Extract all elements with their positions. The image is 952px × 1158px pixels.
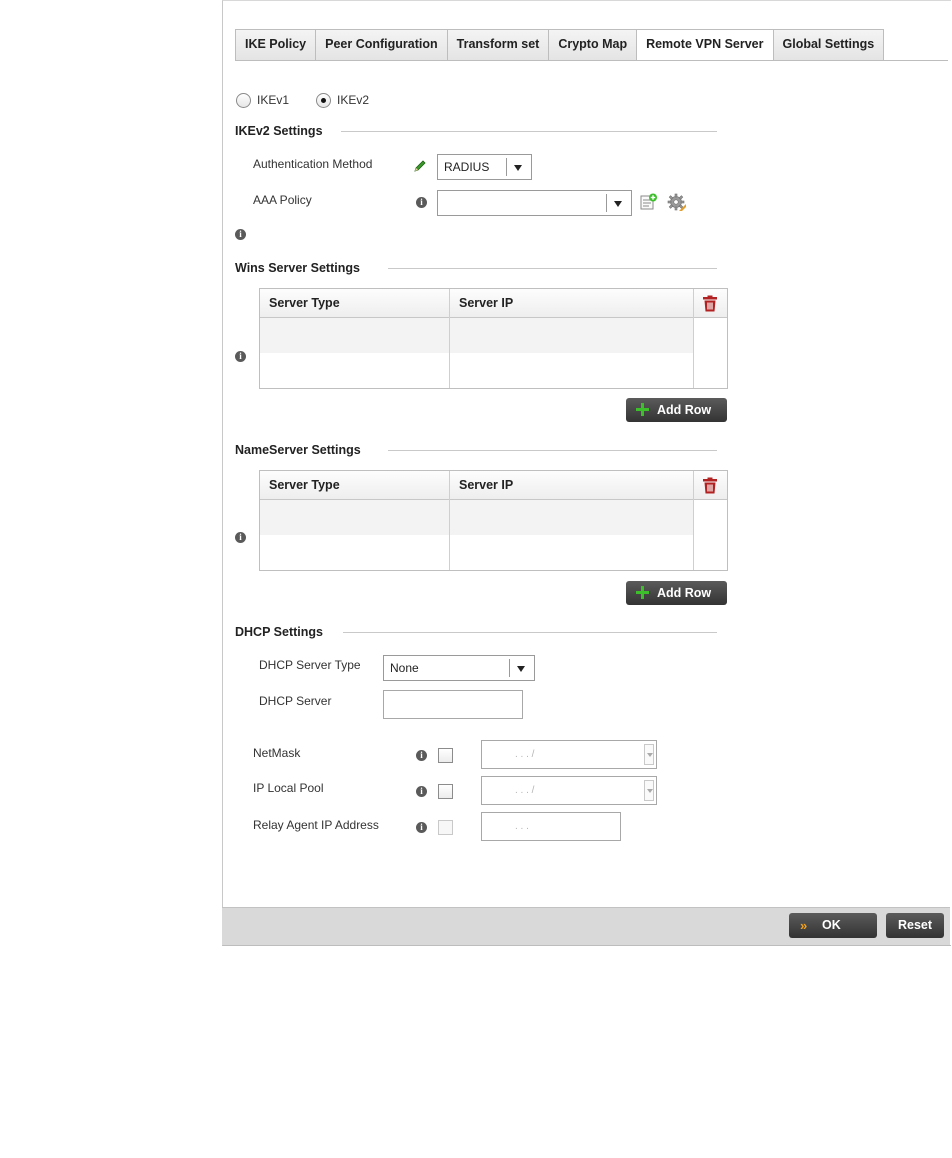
relay-agent-label: Relay Agent IP Address — [253, 818, 379, 832]
ip-placeholder: . . . — [515, 821, 529, 832]
ip-placeholder: . . . / — [515, 785, 535, 796]
column-divider — [449, 471, 450, 570]
tab-transform-set[interactable]: Transform set — [447, 29, 550, 61]
ikev2-radio[interactable] — [316, 93, 331, 108]
create-new-icon[interactable] — [640, 193, 658, 211]
wins-add-row-button[interactable]: Add Row — [626, 398, 727, 422]
relay-agent-checkbox[interactable] — [438, 820, 453, 835]
ip-local-pool-checkbox[interactable] — [438, 784, 453, 799]
relay-agent-ip-input[interactable]: . . . — [481, 812, 621, 841]
info-icon: i — [416, 750, 427, 761]
dropdown-button[interactable] — [509, 659, 534, 677]
spinner-button[interactable] — [644, 780, 654, 801]
ikev1-radio[interactable] — [236, 93, 251, 108]
ok-button[interactable]: » OK — [789, 913, 877, 938]
tab-divider — [235, 60, 948, 61]
dhcp-settings-title: DHCP Settings — [235, 625, 323, 639]
tab-bar: IKE Policy Peer Configuration Transform … — [235, 29, 885, 61]
column-header-server-ip[interactable]: Server IP — [450, 289, 693, 318]
netmask-checkbox[interactable] — [438, 748, 453, 763]
tab-ike-policy[interactable]: IKE Policy — [235, 29, 317, 61]
info-icon: i — [416, 197, 427, 208]
column-header-server-type[interactable]: Server Type — [260, 471, 450, 500]
dropdown-button[interactable] — [606, 194, 631, 212]
wins-settings-title: Wins Server Settings — [235, 261, 360, 275]
aaa-policy-label: AAA Policy — [253, 193, 312, 207]
chevron-down-icon — [517, 666, 525, 672]
table-row[interactable] — [260, 318, 693, 353]
ikev1-label: IKEv1 — [257, 93, 290, 107]
column-header-server-ip[interactable]: Server IP — [450, 471, 693, 500]
tab-remote-vpn-server[interactable]: Remote VPN Server — [637, 29, 774, 61]
double-chevron-icon: » — [800, 918, 808, 933]
trash-icon[interactable] — [702, 295, 718, 312]
column-divider — [693, 289, 694, 388]
dhcp-server-input[interactable] — [383, 690, 523, 719]
nameserver-settings-title: NameServer Settings — [235, 443, 361, 457]
section-divider — [343, 632, 717, 633]
wins-server-table: Server Type Server IP — [259, 288, 728, 389]
chevron-down-icon — [514, 165, 522, 171]
dhcp-server-type-select[interactable]: None — [383, 655, 535, 681]
dropdown-button[interactable] — [506, 158, 531, 176]
configure-gear-icon[interactable] — [667, 193, 687, 213]
nameserver-add-row-button[interactable]: Add Row — [626, 581, 727, 605]
section-divider — [388, 268, 717, 269]
aaa-policy-select[interactable] — [437, 190, 632, 216]
ip-placeholder: . . . / — [515, 749, 535, 760]
ip-local-pool-input[interactable]: . . . / — [481, 776, 657, 805]
column-header-server-type[interactable]: Server Type — [260, 289, 450, 318]
ip-local-pool-label: IP Local Pool — [253, 781, 324, 795]
plus-icon — [636, 586, 649, 599]
chevron-down-icon — [614, 201, 622, 207]
table-row[interactable] — [260, 500, 693, 535]
dhcp-server-label: DHCP Server — [259, 694, 332, 708]
ikev2-settings-title: IKEv2 Settings — [235, 124, 323, 138]
auth-method-select[interactable]: RADIUS — [437, 154, 532, 180]
info-icon: i — [235, 532, 246, 543]
info-icon: i — [235, 351, 246, 362]
tab-crypto-map[interactable]: Crypto Map — [549, 29, 638, 61]
spinner-button[interactable] — [644, 744, 654, 765]
section-divider — [341, 131, 717, 132]
trash-icon[interactable] — [702, 477, 718, 494]
add-row-label: Add Row — [657, 586, 712, 600]
plus-icon — [636, 403, 649, 416]
info-icon: i — [416, 822, 427, 833]
reset-label: Reset — [897, 918, 933, 932]
add-row-label: Add Row — [657, 403, 712, 417]
column-divider — [693, 471, 694, 570]
netmask-ip-input[interactable]: . . . / — [481, 740, 657, 769]
dhcp-server-type-value: None — [390, 661, 419, 675]
info-icon: i — [235, 229, 246, 240]
tab-peer-configuration[interactable]: Peer Configuration — [316, 29, 448, 61]
netmask-label: NetMask — [253, 746, 301, 760]
auth-method-value: RADIUS — [444, 160, 490, 174]
section-divider — [388, 450, 717, 451]
column-divider — [449, 289, 450, 388]
auth-method-label: Authentication Method — [253, 157, 373, 171]
chevron-down-icon — [647, 753, 653, 757]
chevron-down-icon — [647, 789, 653, 793]
edit-pencil-icon — [414, 160, 426, 172]
ikev2-label: IKEv2 — [337, 93, 370, 107]
ok-label: OK — [822, 918, 841, 932]
info-icon: i — [416, 786, 427, 797]
reset-button[interactable]: Reset — [886, 913, 944, 938]
nameserver-table: Server Type Server IP — [259, 470, 728, 571]
tab-global-settings[interactable]: Global Settings — [773, 29, 885, 61]
dhcp-server-type-label: DHCP Server Type — [259, 658, 361, 672]
